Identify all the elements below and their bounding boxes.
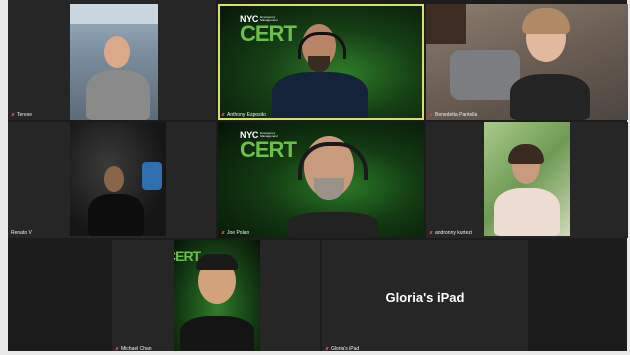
- muted-mic-icon: [221, 112, 225, 118]
- participant-tile-renato[interactable]: Renato V: [8, 122, 216, 238]
- video-feed: [70, 4, 158, 120]
- bookshelf: [426, 4, 466, 44]
- video-feed: [484, 122, 570, 236]
- person-head: [104, 36, 130, 68]
- participant-name: Renato V: [11, 230, 32, 236]
- participant-name: Anthony Esposito: [221, 112, 266, 118]
- participant-name: Joe Polan: [221, 230, 249, 236]
- cert-text: CERT: [240, 21, 297, 46]
- cert-text: CERT: [240, 137, 297, 162]
- video-off-name-label: Gloria's iPad: [385, 290, 465, 305]
- hair: [196, 254, 238, 270]
- blue-light: [142, 162, 162, 190]
- participant-tile-andronny[interactable]: andronny kurtezi: [426, 122, 628, 238]
- screen-edge-bottom: [0, 351, 630, 355]
- muted-mic-icon: [221, 230, 225, 236]
- participant-tile-michael[interactable]: CERT Michael Chan: [112, 240, 320, 354]
- video-feed: NYC Emergency Management CERT: [220, 6, 422, 118]
- nyc-cert-logo: NYC Emergency Management CERT: [240, 130, 297, 162]
- person-body: [180, 316, 254, 354]
- person-body: [494, 188, 560, 236]
- participant-tile-anthony[interactable]: NYC Emergency Management CERT Anthony Esp…: [218, 4, 424, 120]
- headset-icon: [298, 142, 368, 180]
- beard: [314, 178, 344, 200]
- nyc-cert-logo: NYC Emergency Management CERT: [240, 14, 297, 46]
- video-feed: CERT: [174, 240, 260, 354]
- muted-mic-icon: [11, 112, 15, 118]
- muted-mic-icon: [429, 230, 433, 236]
- headset-icon: [298, 32, 346, 59]
- participant-tile-gloria[interactable]: Gloria's iPad Gloria's iPad: [322, 240, 528, 354]
- participant-tile-benedetta[interactable]: Benedetta Pantella: [426, 4, 628, 120]
- screen-edge-left: [0, 0, 8, 355]
- person-body: [288, 212, 378, 238]
- video-feed: [70, 122, 166, 236]
- participant-name: andronny kurtezi: [429, 230, 472, 236]
- hair: [522, 8, 570, 34]
- window-light: [70, 4, 158, 24]
- video-feed: [426, 4, 628, 120]
- participant-tile-terese[interactable]: Terese: [8, 0, 216, 120]
- participant-name: Terese: [11, 112, 32, 118]
- video-feed: NYC Emergency Management CERT: [218, 122, 424, 238]
- participant-tile-joe[interactable]: NYC Emergency Management CERT Joe Polan: [218, 122, 424, 238]
- hair: [508, 144, 544, 164]
- person-body: [88, 194, 144, 236]
- person-body: [510, 74, 590, 120]
- person-head: [104, 166, 124, 192]
- muted-mic-icon: [429, 112, 433, 118]
- person-body: [86, 70, 150, 120]
- person-body: [272, 72, 368, 118]
- participant-name: Benedetta Pantella: [429, 112, 477, 118]
- beard: [308, 56, 330, 72]
